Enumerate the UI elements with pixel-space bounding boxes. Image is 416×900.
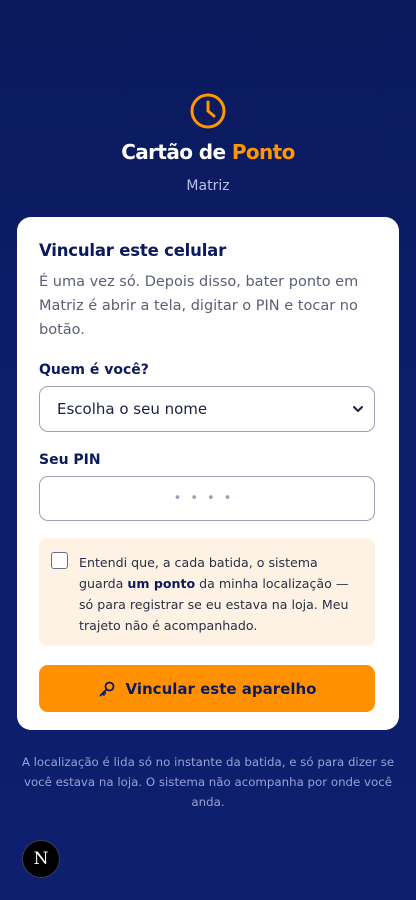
link-device-button[interactable]: Vincular este aparelho <box>39 665 375 712</box>
who-label: Quem é você? <box>39 362 149 378</box>
card-title: Vincular este celular <box>39 241 227 260</box>
app-title-accent: Ponto <box>231 140 296 164</box>
avatar-letter: N <box>33 849 49 869</box>
link-device-button-label: Vincular este aparelho <box>125 679 317 698</box>
consent-text-bold: um ponto <box>127 576 196 591</box>
pin-label: Seu PIN <box>39 452 101 468</box>
key-icon <box>99 681 114 696</box>
name-select-value: Escolha o seu nome <box>57 400 208 418</box>
consent-text: Entendi que, a cada batida, o sistema gu… <box>79 552 359 646</box>
avatar[interactable]: N <box>22 840 60 878</box>
pin-input[interactable]: •••• <box>39 476 375 521</box>
app-header: Cartão de Ponto Matriz <box>0 92 416 194</box>
name-select[interactable]: Escolha o seu nome <box>39 386 375 432</box>
pin-placeholder: •••• <box>173 491 241 506</box>
app-title: Cartão de Ponto <box>0 140 416 164</box>
consent-box: Entendi que, a cada batida, o sistema gu… <box>39 538 375 646</box>
chevron-down-icon <box>353 406 363 412</box>
privacy-footnote: A localização é lida só no instante da b… <box>21 755 395 809</box>
link-device-card: Vincular este celular É uma vez só. Depo… <box>17 217 399 730</box>
store-name: Matriz <box>186 178 230 194</box>
app-title-main: Cartão de <box>121 140 226 164</box>
clock-icon <box>190 93 226 129</box>
consent-checkbox[interactable] <box>51 552 68 569</box>
card-description: É uma vez só. Depois disso, bater ponto … <box>39 274 359 338</box>
